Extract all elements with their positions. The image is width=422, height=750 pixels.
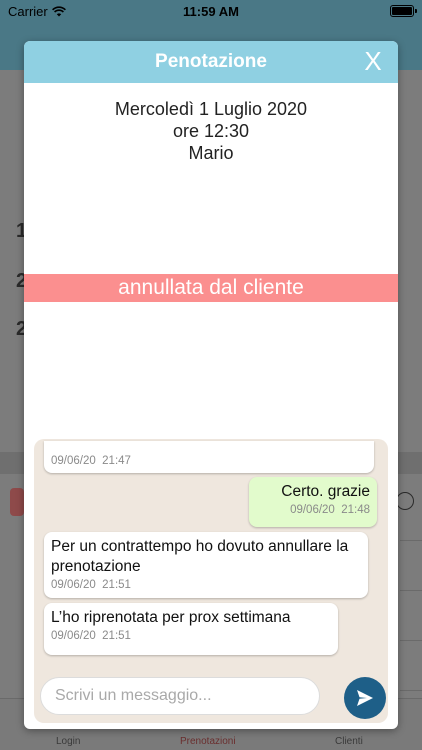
tab-login[interactable]: Login bbox=[56, 736, 80, 747]
chat-message-incoming: Per un contrattempo ho dovuto annullare … bbox=[44, 532, 368, 598]
send-button[interactable] bbox=[344, 677, 386, 719]
chat-message-incoming: L’ho riprenotata per prox settimana 09/0… bbox=[44, 603, 338, 655]
booking-info: Mercoledì 1 Luglio 2020 ore 12:30 Mario bbox=[24, 98, 398, 164]
battery-icon bbox=[390, 5, 417, 17]
background-divider bbox=[400, 590, 422, 591]
booking-time: ore 12:30 bbox=[172, 121, 250, 141]
message-timestamp: 09/06/20 21:48 bbox=[290, 504, 370, 516]
message-text: Per un contrattempo ho dovuto annullare … bbox=[51, 538, 349, 575]
chat-message-outgoing: Certo. grazie 09/06/20 21:48 bbox=[249, 477, 377, 527]
close-button[interactable]: X bbox=[362, 47, 384, 75]
background-divider bbox=[400, 690, 422, 691]
message-text: Certo. grazie bbox=[281, 483, 370, 500]
status-banner: annullata dal cliente bbox=[24, 274, 398, 302]
message-text: L’ho riprenotata per prox settimana bbox=[51, 609, 291, 626]
tab-prenotazioni[interactable]: Prenotazioni bbox=[180, 736, 236, 747]
message-timestamp: 09/06/20 21:51 bbox=[51, 630, 131, 642]
send-icon bbox=[357, 690, 373, 706]
modal-header: Penotazione X bbox=[24, 41, 398, 83]
status-bar: Carrier 11:59 AM bbox=[0, 0, 422, 22]
message-composer bbox=[40, 677, 320, 715]
message-timestamp: 09/06/20 21:51 bbox=[51, 579, 131, 591]
clock: 11:59 AM bbox=[183, 4, 239, 19]
chat-panel: 09/06/20 21:47 Certo. grazie 09/06/20 21… bbox=[34, 439, 388, 723]
booking-modal: Penotazione X Mercoledì 1 Luglio 2020 or… bbox=[24, 41, 398, 729]
message-timestamp: 09/06/20 21:47 bbox=[51, 455, 131, 467]
booking-date: Mercoledì 1 Luglio 2020 bbox=[114, 99, 308, 119]
background-marker bbox=[10, 488, 24, 516]
booking-client: Mario bbox=[188, 143, 234, 163]
chat-message-incoming: 09/06/20 21:47 bbox=[44, 441, 374, 473]
modal-title: Penotazione bbox=[155, 51, 267, 72]
background-divider bbox=[400, 540, 422, 541]
background-divider bbox=[400, 640, 422, 641]
tab-clienti[interactable]: Clienti bbox=[335, 736, 363, 747]
message-input[interactable] bbox=[41, 678, 319, 714]
list-icon bbox=[396, 492, 414, 510]
